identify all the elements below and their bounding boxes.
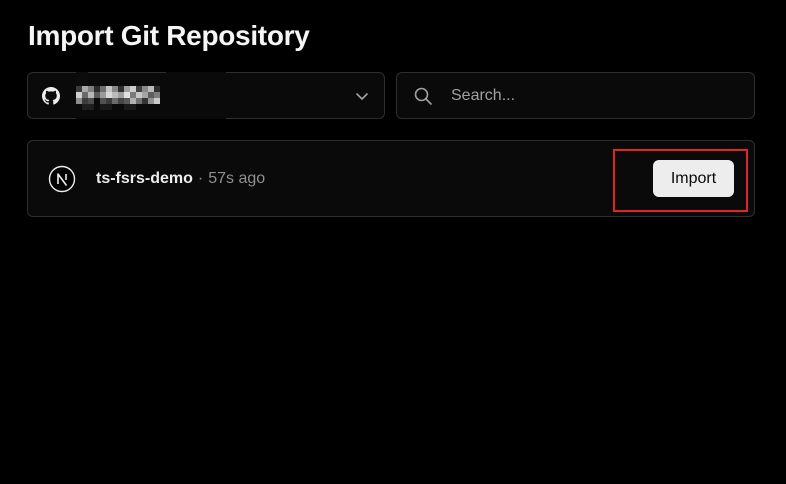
search-input[interactable] (449, 85, 733, 106)
repository-name: ts-fsrs-demo (96, 169, 193, 187)
page-title: Import Git Repository (28, 20, 310, 51)
redaction-mosaic (76, 72, 226, 119)
chevron-down-icon (354, 88, 370, 104)
search-icon (413, 86, 433, 106)
account-name-redacted (76, 72, 226, 119)
separator-dot: · (197, 169, 204, 187)
list-item: ts-fsrs-demo · 57s ago Import (28, 141, 754, 216)
git-account-select[interactable] (27, 72, 385, 119)
import-button[interactable]: Import (653, 160, 734, 197)
repository-list: ts-fsrs-demo · 57s ago Import (27, 140, 755, 217)
updated-time: 57s ago (208, 169, 266, 187)
nextjs-icon (48, 165, 76, 193)
search-field[interactable] (396, 72, 755, 119)
github-icon (42, 86, 60, 105)
